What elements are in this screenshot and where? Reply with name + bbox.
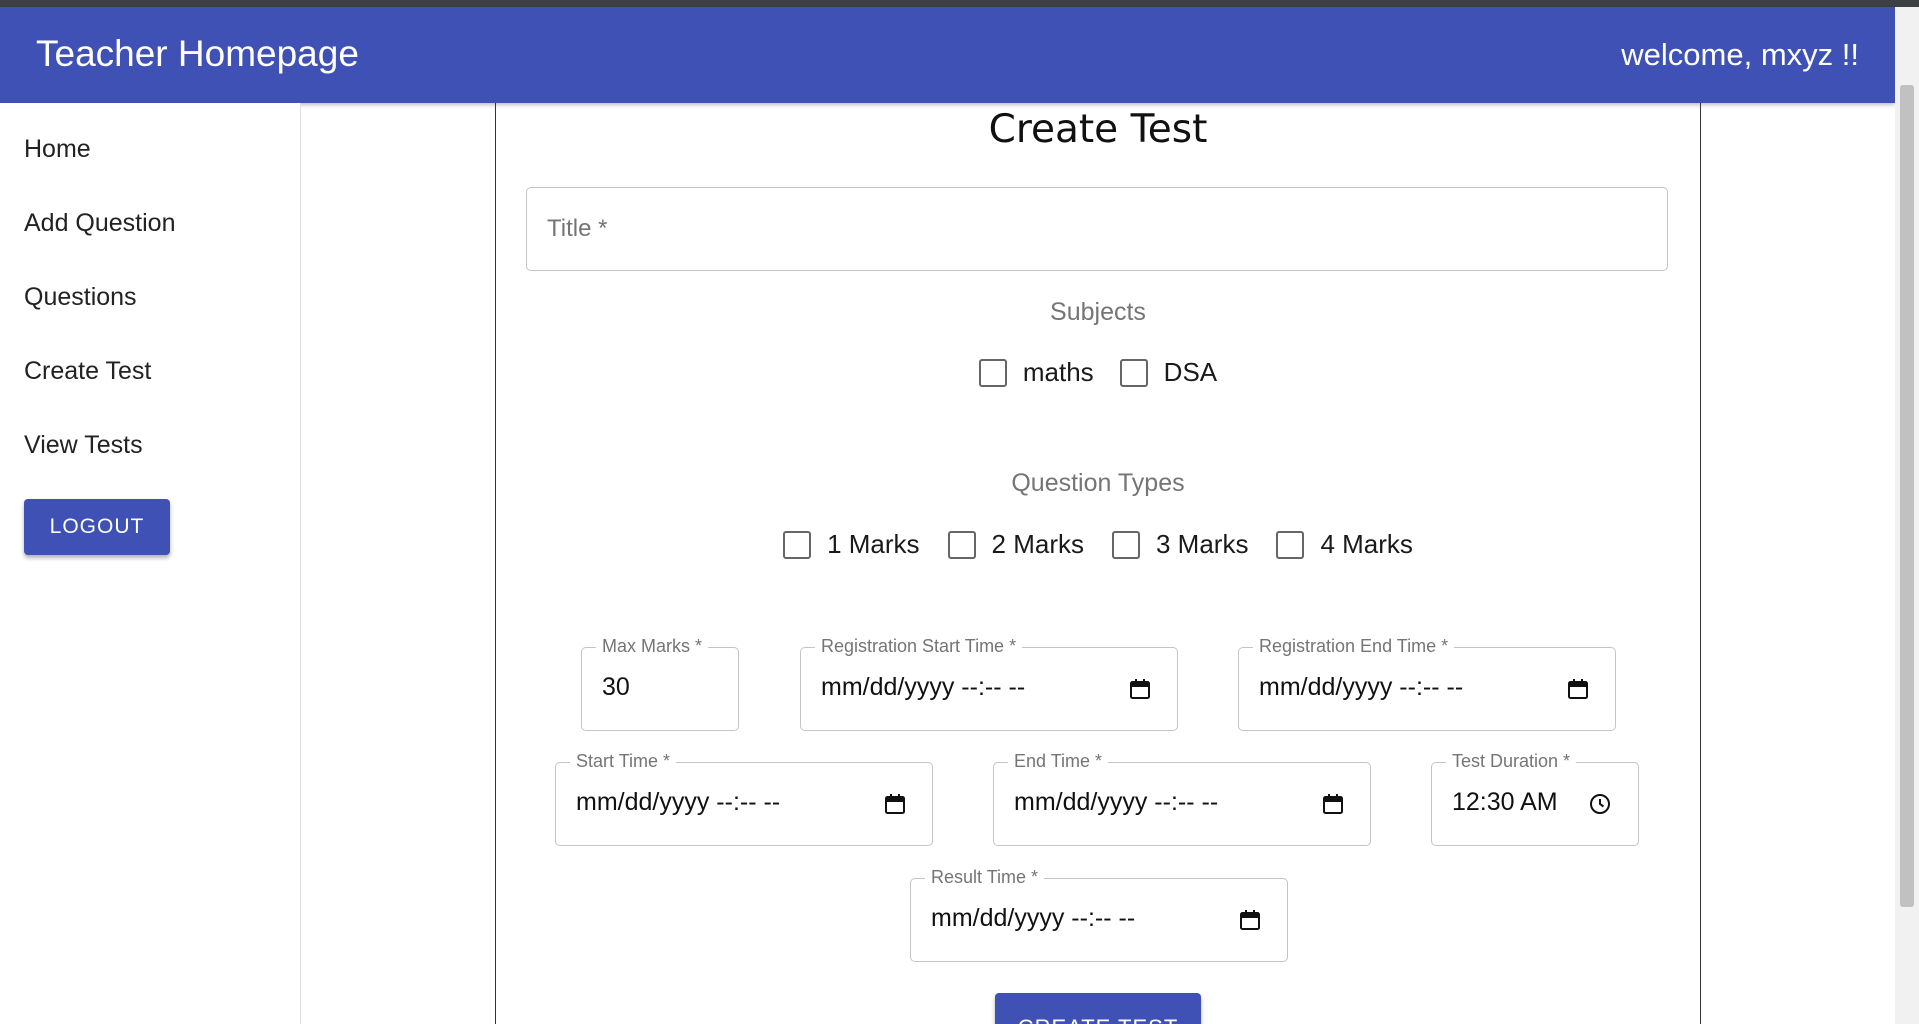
logout-button[interactable]: LOGOUT — [24, 499, 170, 555]
question-type-checkbox-3-marks[interactable]: 3 Marks — [1112, 529, 1248, 560]
question-types-checkbox-group: 1 Marks 2 Marks 3 Marks 4 Marks — [496, 529, 1700, 560]
create-test-panel: Create Test Subjects maths DSA Question … — [495, 103, 1701, 1024]
checkbox-box[interactable] — [1112, 530, 1140, 559]
checkbox-label: 2 Marks — [991, 529, 1084, 559]
max-marks-field[interactable]: Max Marks * 30 — [581, 636, 739, 731]
sidebar-item-add-question[interactable]: Add Question — [24, 209, 176, 238]
field-value: mm/dd/yyyy --:-- -- — [576, 788, 781, 816]
clock-icon[interactable] — [1588, 792, 1612, 816]
checkbox-box[interactable] — [978, 358, 1007, 387]
registration-start-time-field[interactable]: Registration Start Time * mm/dd/yyyy --:… — [800, 636, 1178, 731]
sidebar-item-questions[interactable]: Questions — [24, 283, 137, 312]
app-bar: Teacher Homepage welcome, mxyz !! — [0, 7, 1895, 103]
question-type-checkbox-2-marks[interactable]: 2 Marks — [947, 529, 1084, 560]
end-time-field[interactable]: End Time * mm/dd/yyyy --:-- -- — [993, 751, 1371, 846]
checkbox-box[interactable] — [947, 530, 976, 559]
question-types-label: Question Types — [1011, 469, 1185, 497]
question-type-checkbox-4-marks[interactable]: 4 Marks — [1276, 529, 1413, 560]
checkbox-label: 1 Marks — [827, 529, 920, 559]
checkbox-label: DSA — [1163, 357, 1218, 387]
scrollbar-thumb[interactable] — [1900, 85, 1914, 907]
checkbox-label: 4 Marks — [1320, 529, 1413, 559]
registration-end-time-field[interactable]: Registration End Time * mm/dd/yyyy --:--… — [1238, 636, 1616, 731]
sidebar-item-create-test[interactable]: Create Test — [24, 357, 151, 386]
sidebar-item-home[interactable]: Home — [24, 135, 91, 164]
welcome-message: welcome, mxyz !! — [1621, 37, 1859, 72]
field-value: mm/dd/yyyy --:-- -- — [1014, 788, 1219, 816]
calendar-icon[interactable] — [1321, 792, 1345, 816]
browser-top-edge — [0, 0, 1919, 7]
field-label: Result Time * — [925, 867, 1045, 888]
field-value: mm/dd/yyyy --:-- -- — [821, 673, 1026, 701]
calendar-icon[interactable] — [1238, 908, 1262, 932]
create-test-button[interactable]: CREATE TEST — [995, 993, 1201, 1024]
sidebar: Home Add Question Questions Create Test … — [0, 103, 301, 1024]
field-value: 30 — [602, 673, 630, 701]
test-duration-field[interactable]: Test Duration * 12:30 AM — [1431, 751, 1639, 846]
checkbox-box[interactable] — [783, 530, 812, 559]
calendar-icon[interactable] — [883, 792, 907, 816]
field-label: Registration Start Time * — [815, 636, 1023, 657]
field-value: mm/dd/yyyy --:-- -- — [1259, 673, 1464, 701]
checkbox-label: 3 Marks — [1156, 529, 1249, 559]
field-label: Test Duration * — [1446, 751, 1577, 772]
subjects-checkbox-group: maths DSA — [496, 357, 1700, 388]
subject-checkbox-dsa[interactable]: DSA — [1119, 357, 1218, 388]
page-title: Create Test — [988, 107, 1208, 152]
field-label: End Time * — [1008, 751, 1109, 772]
checkbox-box[interactable] — [1119, 358, 1148, 387]
checkbox-label: maths — [1022, 357, 1094, 387]
field-label: Max Marks * — [596, 636, 709, 657]
calendar-icon[interactable] — [1566, 677, 1590, 701]
field-label: Registration End Time * — [1253, 636, 1455, 657]
result-time-field[interactable]: Result Time * mm/dd/yyyy --:-- -- — [910, 867, 1288, 962]
page-scrollbar[interactable] — [1895, 7, 1919, 1024]
sidebar-item-view-tests[interactable]: View Tests — [24, 431, 143, 460]
checkbox-box[interactable] — [1276, 530, 1305, 559]
calendar-icon[interactable] — [1128, 677, 1152, 701]
app-title: Teacher Homepage — [36, 33, 359, 74]
field-value: mm/dd/yyyy --:-- -- — [931, 904, 1136, 932]
subject-checkbox-maths[interactable]: maths — [978, 357, 1094, 388]
field-label: Start Time * — [570, 751, 677, 772]
subjects-label: Subjects — [1050, 298, 1146, 326]
question-type-checkbox-1-marks[interactable]: 1 Marks — [783, 529, 920, 560]
title-input[interactable] — [526, 187, 1668, 271]
start-time-field[interactable]: Start Time * mm/dd/yyyy --:-- -- — [555, 751, 933, 846]
field-value: 12:30 AM — [1452, 788, 1558, 816]
